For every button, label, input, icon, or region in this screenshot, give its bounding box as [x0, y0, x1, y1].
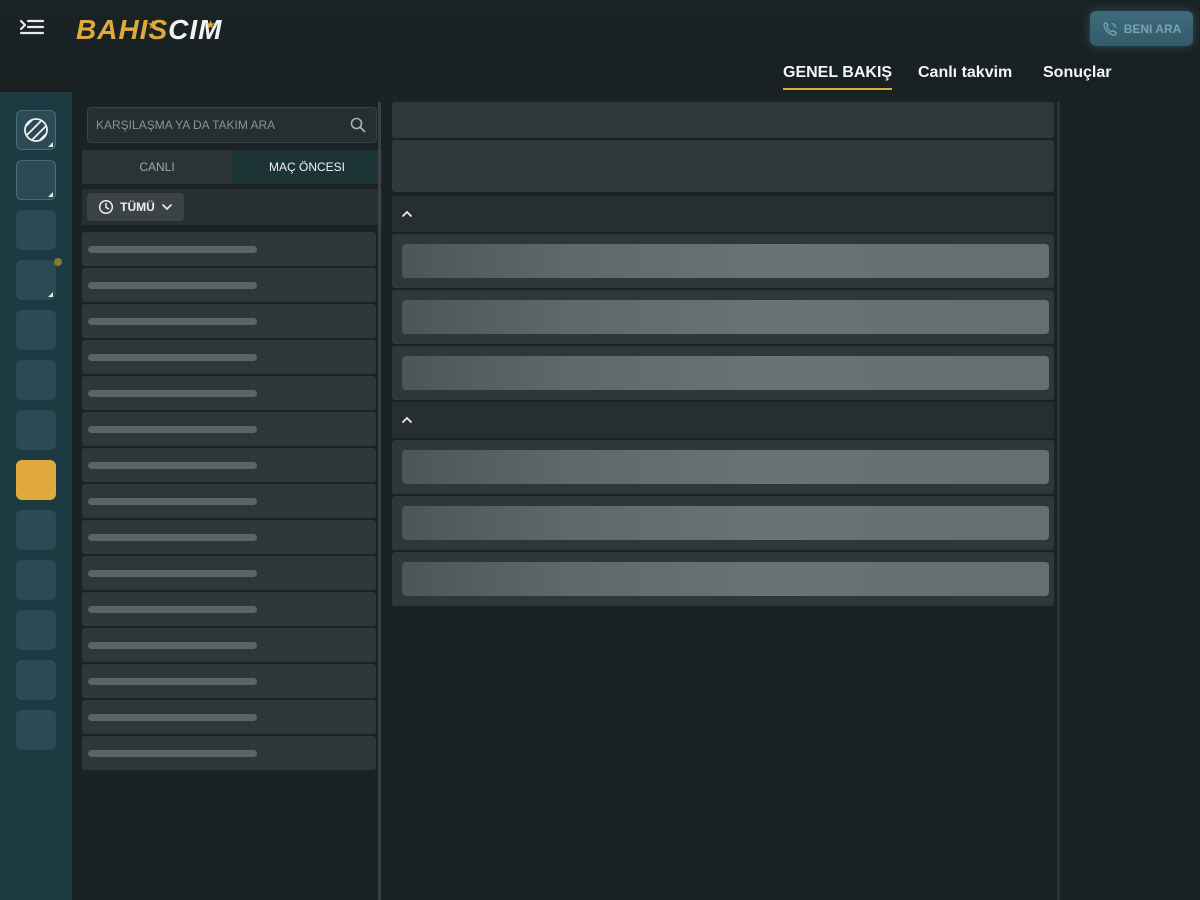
loading-placeholder [88, 354, 257, 361]
sport-item-active[interactable] [16, 460, 56, 500]
loading-placeholder [402, 506, 1049, 540]
tab-results[interactable]: Sonuçlar [1043, 64, 1111, 88]
chevron-down-icon [162, 204, 172, 211]
loading-placeholder [402, 244, 1049, 278]
search-icon[interactable] [350, 117, 366, 133]
section-header[interactable] [392, 402, 1054, 438]
table-row [392, 234, 1054, 288]
expand-corner-icon [48, 142, 53, 147]
header: BAHISCIM ★ ★ BENI ARA GENEL BAKIŞ Canlı … [0, 0, 1200, 92]
table-row [392, 440, 1054, 494]
loading-placeholder [88, 534, 257, 541]
tab-prematch[interactable]: MAÇ ÖNCESI [232, 150, 382, 184]
loading-placeholder [88, 426, 257, 433]
loading-placeholder [88, 570, 257, 577]
sport-item[interactable] [16, 310, 56, 350]
expand-corner-icon [48, 192, 53, 197]
star-icon: ★ [206, 20, 216, 31]
list-item[interactable] [82, 268, 376, 302]
tab-live-calendar[interactable]: Canlı takvim [918, 64, 1012, 88]
list-item[interactable] [82, 412, 376, 446]
loading-placeholder [88, 282, 257, 289]
clock-icon [99, 199, 114, 215]
loading-placeholder [88, 462, 257, 469]
sport-item[interactable] [16, 160, 56, 200]
loading-placeholder [392, 102, 1054, 138]
list-item[interactable] [82, 232, 376, 266]
loading-placeholder [88, 642, 257, 649]
mode-tabs: CANLI MAÇ ÖNCESI [82, 150, 382, 184]
expand-corner-icon [48, 292, 53, 297]
list-item[interactable] [82, 340, 376, 374]
chevron-up-icon[interactable] [401, 208, 413, 220]
sport-item[interactable] [16, 710, 56, 750]
loading-placeholder [88, 606, 257, 613]
list-item[interactable] [82, 628, 376, 662]
section-header[interactable] [392, 196, 1054, 232]
tab-live[interactable]: CANLI [82, 150, 232, 184]
table-row [392, 290, 1054, 344]
sport-item-all[interactable] [16, 110, 56, 150]
list-item[interactable] [82, 700, 376, 734]
list-item[interactable] [82, 556, 376, 590]
loading-placeholder [402, 450, 1049, 484]
table-row [392, 346, 1054, 400]
list-item[interactable] [82, 484, 376, 518]
chevron-up-icon[interactable] [401, 414, 413, 426]
call-me-button[interactable]: BENI ARA [1090, 11, 1193, 46]
list-item[interactable] [82, 592, 376, 626]
loading-placeholder [402, 562, 1049, 596]
filter-bar: TÜMÜ [82, 189, 382, 225]
sport-item[interactable] [16, 510, 56, 550]
scrollbar[interactable] [378, 102, 381, 900]
scrollbar[interactable] [1057, 102, 1060, 900]
brand-logo[interactable]: BAHISCIM ★ ★ [76, 12, 222, 48]
loading-placeholder [88, 750, 257, 757]
sports-rail [0, 92, 72, 900]
call-me-label: BENI ARA [1123, 21, 1182, 36]
list-item[interactable] [82, 376, 376, 410]
sport-item[interactable] [16, 258, 62, 300]
sport-item[interactable] [16, 610, 56, 650]
loading-placeholder [402, 356, 1049, 390]
time-filter-dropdown[interactable]: TÜMÜ [87, 193, 184, 221]
list-item[interactable] [82, 520, 376, 554]
phone-icon [1103, 21, 1117, 36]
menu-toggle-icon[interactable] [18, 16, 46, 40]
sport-item[interactable] [16, 210, 56, 250]
list-item[interactable] [82, 304, 376, 338]
list-item[interactable] [82, 736, 376, 770]
sport-item[interactable] [16, 560, 56, 600]
list-item[interactable] [82, 664, 376, 698]
sport-item[interactable] [16, 660, 56, 700]
sport-item[interactable] [16, 410, 56, 450]
notification-dot [54, 258, 62, 266]
loading-placeholder [88, 246, 257, 253]
loading-placeholder [88, 390, 257, 397]
sport-item[interactable] [16, 360, 56, 400]
loading-placeholder [88, 318, 257, 325]
loading-placeholder [402, 300, 1049, 334]
search-box [87, 107, 377, 143]
top-navigation: GENEL BAKIŞ Canlı takvim Sonuçlar [0, 64, 1200, 92]
star-icon: ★ [148, 20, 158, 31]
table-row [392, 552, 1054, 606]
loading-placeholder [88, 678, 257, 685]
table-row [392, 496, 1054, 550]
time-filter-label: TÜMÜ [120, 200, 155, 214]
search-input[interactable] [96, 108, 346, 142]
list-item[interactable] [82, 448, 376, 482]
loading-placeholder [88, 714, 257, 721]
loading-placeholder [88, 498, 257, 505]
events-panel: CANLI MAÇ ÖNCESI TÜMÜ [82, 102, 382, 900]
loading-placeholder [392, 140, 1054, 192]
event-list [82, 232, 376, 772]
tab-overview[interactable]: GENEL BAKIŞ [783, 64, 893, 90]
